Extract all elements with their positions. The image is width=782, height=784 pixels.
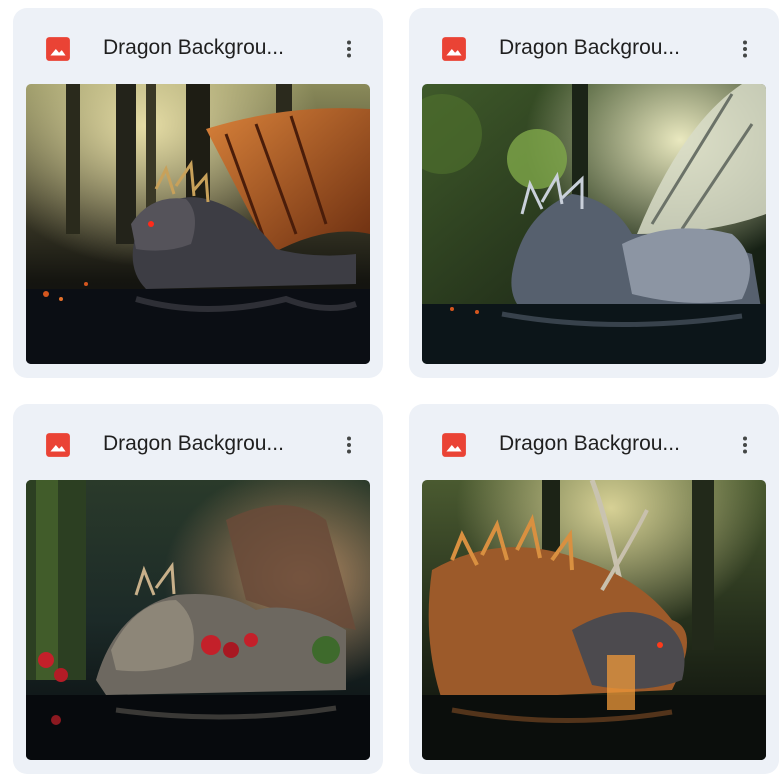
file-card[interactable]: Dragon Backgrou... [409,8,779,378]
file-name: Dragon Backgrou... [499,432,680,455]
image-file-icon [46,37,70,61]
more-vertical-icon [743,436,747,454]
image-file-icon [442,37,466,61]
more-options-button[interactable] [333,30,365,62]
more-options-button[interactable] [333,426,365,458]
dragon-thumbnail-image [422,84,766,364]
dragon-thumbnail-image [26,84,370,364]
file-thumbnail[interactable] [422,84,766,364]
more-vertical-icon [743,40,747,58]
file-name: Dragon Backgrou... [103,432,284,455]
file-card[interactable]: Dragon Backgrou... [13,8,383,378]
dragon-thumbnail-image [422,480,766,760]
file-name: Dragon Backgrou... [103,36,284,59]
file-card-header: Dragon Backgrou... [409,404,779,480]
file-card[interactable]: Dragon Backgrou... [409,404,779,774]
file-card-header: Dragon Backgrou... [13,8,383,84]
file-grid: Dragon Backgrou... Dragon Backgrou... Dr… [0,0,782,784]
file-thumbnail[interactable] [422,480,766,760]
file-card-header: Dragon Backgrou... [13,404,383,480]
more-options-button[interactable] [729,426,761,458]
more-options-button[interactable] [729,30,761,62]
file-card[interactable]: Dragon Backgrou... [13,404,383,774]
dragon-thumbnail-image [26,480,370,760]
image-file-icon [442,433,466,457]
file-thumbnail[interactable] [26,84,370,364]
more-vertical-icon [347,436,351,454]
more-vertical-icon [347,40,351,58]
file-card-header: Dragon Backgrou... [409,8,779,84]
file-thumbnail[interactable] [26,480,370,760]
file-name: Dragon Backgrou... [499,36,680,59]
image-file-icon [46,433,70,457]
